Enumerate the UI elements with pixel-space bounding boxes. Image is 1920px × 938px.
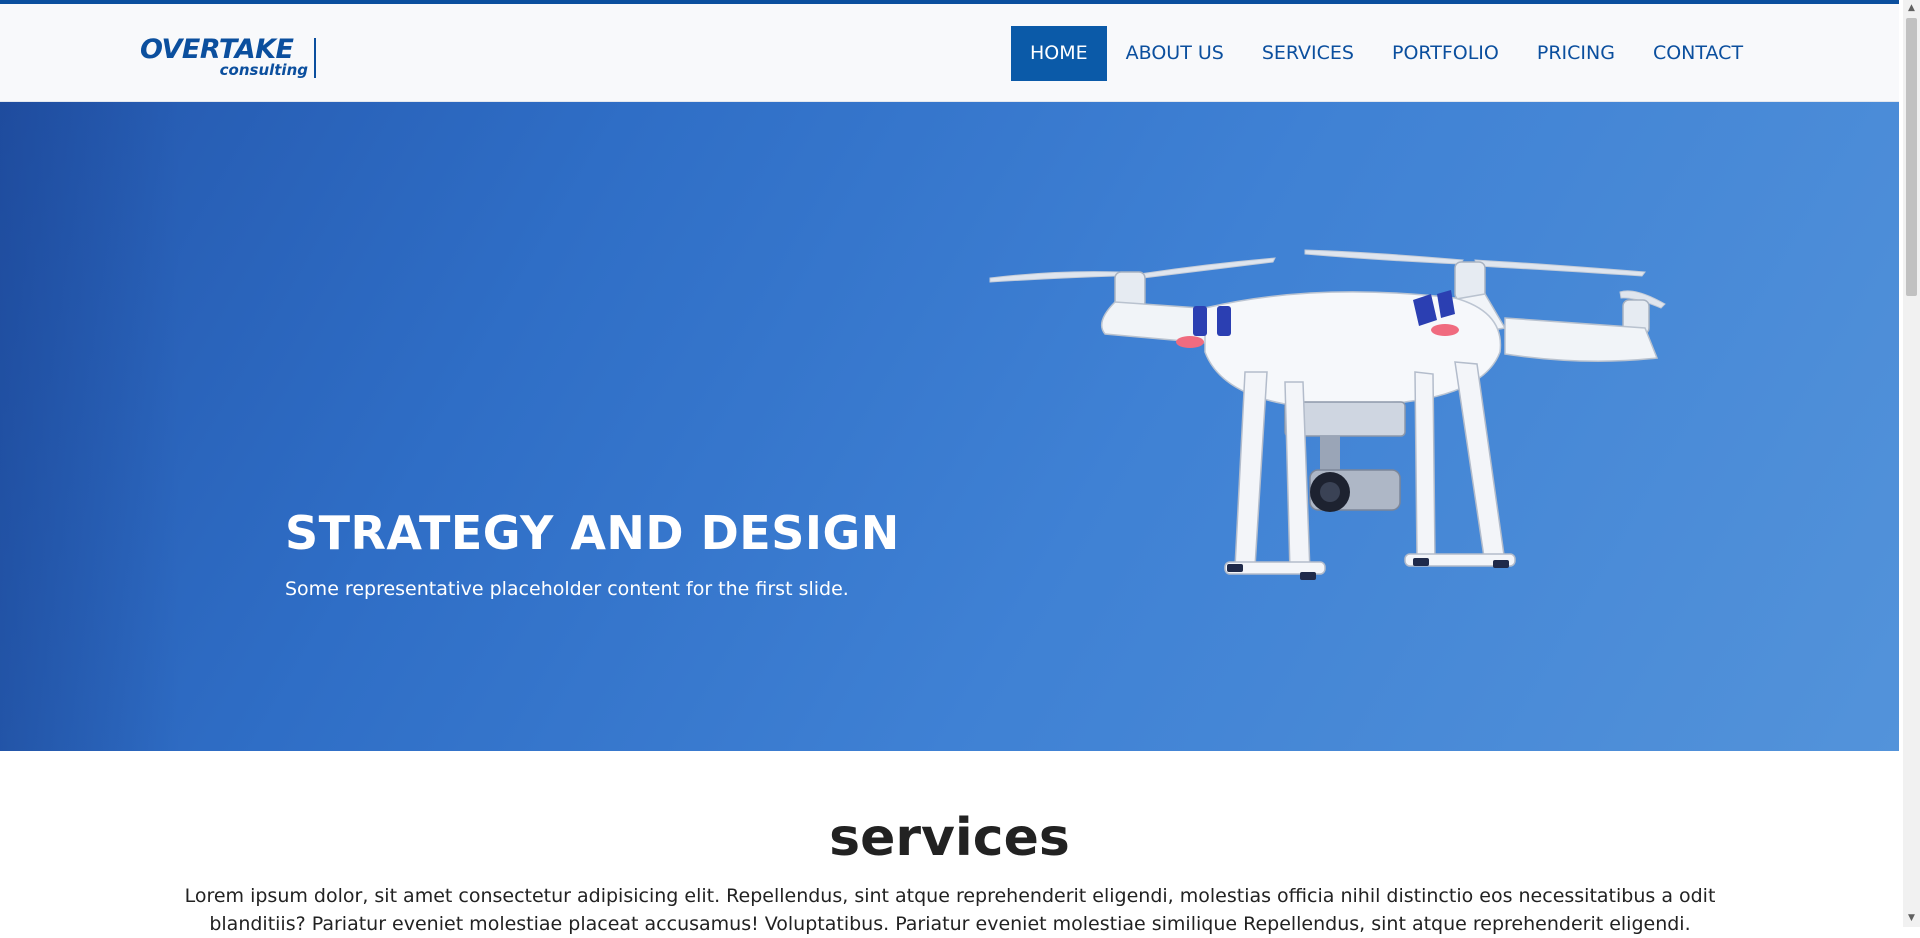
services-heading: services bbox=[829, 808, 1070, 868]
page-scrollbar[interactable]: ▲ ▼ bbox=[1903, 0, 1920, 927]
hero-shade bbox=[0, 102, 180, 751]
scroll-up-arrow-icon[interactable]: ▲ bbox=[1903, 0, 1920, 17]
brand-logo[interactable]: OVERTAKE consulting bbox=[140, 34, 316, 84]
scrollbar-thumb[interactable] bbox=[1906, 18, 1917, 296]
scroll-down-arrow-icon[interactable]: ▼ bbox=[1903, 910, 1920, 927]
navbar: OVERTAKE consulting HOME ABOUT US SERVIC… bbox=[0, 4, 1899, 102]
hero-carousel-slide: STRATEGY AND DESIGN Some representative … bbox=[0, 102, 1899, 751]
drone-image bbox=[989, 249, 1666, 580]
logo-divider bbox=[314, 38, 316, 78]
hero-caption: Some representative placeholder content … bbox=[285, 578, 849, 600]
services-description: Lorem ipsum dolor, sit amet consectetur … bbox=[184, 885, 1716, 935]
nav-item-about-us[interactable]: ABOUT US bbox=[1107, 26, 1243, 81]
nav-item-services[interactable]: SERVICES bbox=[1243, 26, 1373, 81]
nav-item-pricing[interactable]: PRICING bbox=[1518, 26, 1634, 81]
brand-tagline: consulting bbox=[219, 61, 308, 79]
main-nav: HOME ABOUT US SERVICES PORTFOLIO PRICING… bbox=[1011, 26, 1762, 81]
nav-item-home[interactable]: HOME bbox=[1011, 26, 1107, 81]
nav-item-portfolio[interactable]: PORTFOLIO bbox=[1373, 26, 1518, 81]
hero-title: STRATEGY AND DESIGN bbox=[285, 506, 900, 560]
nav-item-contact[interactable]: CONTACT bbox=[1634, 26, 1762, 81]
